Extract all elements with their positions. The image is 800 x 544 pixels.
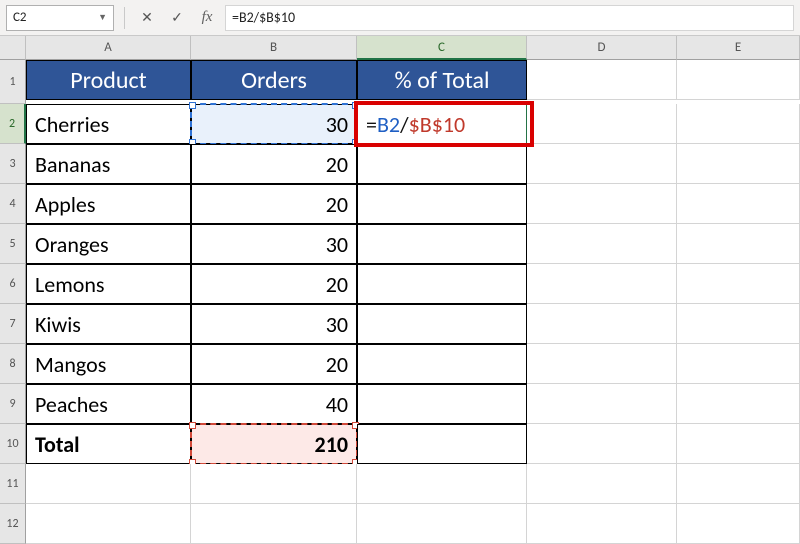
formula-text: =B2/$B$10: [232, 9, 295, 26]
formula-part-slash: /: [400, 111, 409, 138]
cell-e3[interactable]: [677, 144, 800, 184]
cell-c6[interactable]: [357, 264, 527, 304]
cell-value: 30: [326, 111, 348, 138]
row-header[interactable]: 8: [0, 344, 26, 384]
cell-e2[interactable]: [677, 104, 800, 144]
cell-a3[interactable]: Bananas: [26, 144, 191, 184]
col-header-d[interactable]: D: [527, 36, 677, 60]
cell-value: 210: [315, 431, 348, 458]
cell-d1[interactable]: [527, 60, 677, 100]
cell-e1[interactable]: [677, 60, 800, 100]
cell-a4[interactable]: Apples: [26, 184, 191, 224]
cell-a10-total-label[interactable]: Total: [26, 424, 191, 464]
worksheet-grid[interactable]: A B C D E 1 Product Orders % of Total 2 …: [0, 36, 800, 544]
name-box-value: C2: [13, 10, 27, 25]
formula-part-eq: =: [366, 111, 377, 138]
separator: [124, 7, 125, 29]
select-all-corner[interactable]: [0, 36, 26, 60]
cell-e10[interactable]: [677, 424, 800, 464]
cell-c2-editing[interactable]: =B2/$B$10: [357, 104, 527, 144]
row-header[interactable]: 9: [0, 384, 26, 424]
cell-c10[interactable]: [357, 424, 527, 464]
cell-d8[interactable]: [527, 344, 677, 384]
cell-d5[interactable]: [527, 224, 677, 264]
cell-a2[interactable]: Cherries: [26, 104, 191, 144]
row-header[interactable]: 4: [0, 184, 26, 224]
cell-e11[interactable]: [677, 464, 800, 504]
cell-e8[interactable]: [677, 344, 800, 384]
col-header-a[interactable]: A: [26, 36, 191, 60]
cell-b8[interactable]: 20: [191, 344, 357, 384]
cancel-icon[interactable]: ✕: [135, 6, 159, 30]
cell-e5[interactable]: [677, 224, 800, 264]
cell-a11[interactable]: [26, 464, 191, 504]
cell-c11[interactable]: [357, 464, 527, 504]
cell-b2[interactable]: 30: [191, 104, 357, 144]
formula-input[interactable]: =B2/$B$10: [225, 5, 794, 31]
col-header-b[interactable]: B: [191, 36, 357, 60]
row-header[interactable]: 7: [0, 304, 26, 344]
row-header[interactable]: 11: [0, 464, 26, 504]
cell-a12[interactable]: [26, 504, 191, 544]
cell-e4[interactable]: [677, 184, 800, 224]
cell-a7[interactable]: Kiwis: [26, 304, 191, 344]
header-orders[interactable]: Orders: [191, 60, 357, 100]
cell-c9[interactable]: [357, 384, 527, 424]
col-header-c[interactable]: C: [357, 36, 527, 60]
marquee-handle-icon: [189, 422, 196, 429]
cell-a5[interactable]: Oranges: [26, 224, 191, 264]
fx-icon[interactable]: fx: [195, 6, 219, 30]
cell-a9[interactable]: Peaches: [26, 384, 191, 424]
row-header[interactable]: 6: [0, 264, 26, 304]
cell-b5[interactable]: 30: [191, 224, 357, 264]
chevron-down-icon: ▼: [98, 12, 107, 23]
name-box[interactable]: C2 ▼: [6, 5, 114, 31]
header-product[interactable]: Product: [26, 60, 191, 100]
cell-b7[interactable]: 30: [191, 304, 357, 344]
row-header[interactable]: 1: [0, 60, 26, 104]
cell-a6[interactable]: Lemons: [26, 264, 191, 304]
cell-c3[interactable]: [357, 144, 527, 184]
cell-b12[interactable]: [191, 504, 357, 544]
cell-e7[interactable]: [677, 304, 800, 344]
row-header[interactable]: 10: [0, 424, 26, 464]
formula-part-ref2: $B$10: [409, 111, 466, 138]
cell-d6[interactable]: [527, 264, 677, 304]
formula-bar: C2 ▼ ✕ ✓ fx =B2/$B$10: [0, 0, 800, 36]
cell-b11[interactable]: [191, 464, 357, 504]
cell-b6[interactable]: 20: [191, 264, 357, 304]
cell-b3[interactable]: 20: [191, 144, 357, 184]
row-header[interactable]: 2: [0, 104, 26, 144]
cell-d3[interactable]: [527, 144, 677, 184]
col-header-e[interactable]: E: [677, 36, 800, 60]
row-header[interactable]: 3: [0, 144, 26, 184]
header-pct-total[interactable]: % of Total: [357, 60, 527, 100]
cell-d4[interactable]: [527, 184, 677, 224]
cell-c5[interactable]: [357, 224, 527, 264]
cell-a8[interactable]: Mangos: [26, 344, 191, 384]
formula-part-ref1: B2: [377, 111, 400, 138]
cell-c8[interactable]: [357, 344, 527, 384]
row-header[interactable]: 12: [0, 504, 26, 544]
cell-b10-total-value[interactable]: 210: [191, 424, 357, 464]
cell-b9[interactable]: 40: [191, 384, 357, 424]
cell-d10[interactable]: [527, 424, 677, 464]
confirm-icon[interactable]: ✓: [165, 6, 189, 30]
marquee-handle-icon: [189, 102, 196, 109]
cell-d2[interactable]: [527, 104, 677, 144]
cell-d7[interactable]: [527, 304, 677, 344]
cell-c12[interactable]: [357, 504, 527, 544]
cell-b4[interactable]: 20: [191, 184, 357, 224]
cell-e9[interactable]: [677, 384, 800, 424]
cell-d11[interactable]: [527, 464, 677, 504]
row-header[interactable]: 5: [0, 224, 26, 264]
cell-d9[interactable]: [527, 384, 677, 424]
cell-e6[interactable]: [677, 264, 800, 304]
cell-d12[interactable]: [527, 504, 677, 544]
cell-c4[interactable]: [357, 184, 527, 224]
cell-e12[interactable]: [677, 504, 800, 544]
cell-c7[interactable]: [357, 304, 527, 344]
